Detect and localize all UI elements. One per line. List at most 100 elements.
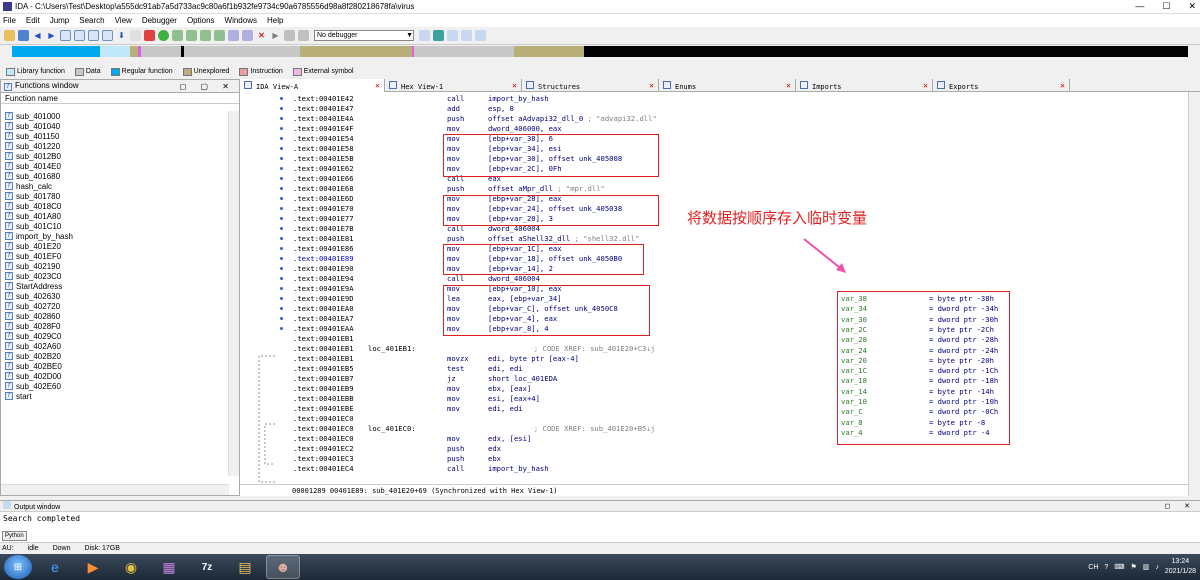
function-list-item[interactable]: f sub_401780 — [1, 191, 229, 201]
undefine-icon[interactable]: ✕ — [256, 30, 267, 41]
breakpoint-icon[interactable] — [144, 30, 155, 41]
play-icon[interactable]: ▶ — [270, 30, 281, 41]
menu-item-search[interactable]: Search — [79, 16, 104, 25]
navigation-band[interactable] — [12, 46, 1188, 57]
close-tab-icon[interactable]: ✕ — [375, 81, 380, 90]
disasm-line[interactable]: .text:00401EA0 mov [ebp+var_C], offset unk… — [240, 304, 1188, 314]
run-circle-icon[interactable] — [158, 30, 169, 41]
network-icon[interactable]: ▥ — [1143, 563, 1150, 571]
function-list-item[interactable]: f sub_4023C0 — [1, 271, 229, 281]
disasm-line[interactable]: .text:00401E54 mov [ebp+var_38], 6 — [240, 134, 1188, 144]
graph-icon[interactable] — [130, 30, 141, 41]
function-list-item[interactable]: f hash_calc — [1, 181, 229, 191]
disasm-line[interactable]: .text:00401EB1 loc_401EB1: ; CODE XREF: s… — [240, 344, 1188, 354]
tab-exports[interactable]: Exports ✕ — [933, 79, 1070, 92]
ida-view-a[interactable]: .text:00401EC4 call import_by_hash .text:00… — [240, 92, 1188, 484]
function-list-item[interactable]: f sub_401150 — [1, 131, 229, 141]
disasm-line[interactable]: .text:00401E5B mov [ebp+var_30], offset un… — [240, 154, 1188, 164]
function-list-item[interactable]: f import_by_hash — [1, 231, 229, 241]
function-list-item[interactable]: f sub_401E20 — [1, 241, 229, 251]
tab-ida-view-a[interactable]: IDA View-A ✕ — [240, 79, 385, 92]
function-list-item[interactable]: f sub_402630 — [1, 291, 229, 301]
breakpoints-list-icon[interactable] — [447, 30, 458, 41]
disasm-line[interactable]: .text:00401EB7 jz short loc_401EDA — [240, 374, 1188, 384]
help-icon[interactable]: ? — [1104, 564, 1108, 571]
array-icon[interactable] — [214, 30, 225, 41]
disasm-line[interactable]: .text:00401E4A push offset aAdvapi32_dll_0… — [240, 114, 1188, 124]
open-icon[interactable] — [4, 30, 15, 41]
input-language[interactable]: CH — [1088, 564, 1098, 571]
disasm-line[interactable]: .text:00401E94 call dword_406004 — [240, 274, 1188, 284]
menu-item-edit[interactable]: Edit — [26, 16, 40, 25]
save-icon[interactable] — [18, 30, 29, 41]
function-list-item[interactable]: f sub_401220 — [1, 141, 229, 151]
function-list-item[interactable]: f sub_401680 — [1, 171, 229, 181]
function-name-column[interactable]: Function name — [1, 93, 239, 104]
step-over-icon[interactable] — [433, 30, 444, 41]
python-button[interactable]: Python — [2, 531, 27, 541]
data-icon[interactable] — [186, 30, 197, 41]
function-list-item[interactable]: f sub_4028F0 — [1, 321, 229, 331]
disasm-line[interactable]: .text:00401EC4 call import_by_hash — [240, 464, 1188, 474]
disasm-line[interactable]: .text:00401E42 call import_by_hash — [240, 94, 1188, 104]
disasm-line[interactable]: .text:00401EC0 mov edx, [esi] — [240, 434, 1188, 444]
keyboard-icon[interactable]: ⌨ — [1114, 563, 1124, 571]
menu-item-options[interactable]: Options — [187, 16, 215, 25]
search-binary-icon[interactable] — [88, 30, 99, 41]
function-list-item[interactable]: f sub_401C10 — [1, 221, 229, 231]
maximize-button[interactable]: ☐ — [1162, 1, 1170, 12]
tools-icon[interactable] — [475, 30, 486, 41]
disasm-line[interactable]: .text:00401EB9 mov ebx, [eax] — [240, 384, 1188, 394]
close-tab-icon[interactable]: ✕ — [1060, 81, 1065, 90]
search-immediate-icon[interactable] — [102, 30, 113, 41]
code-scrollbar[interactable] — [1188, 92, 1200, 496]
forward-arrow-icon[interactable]: ▶ — [46, 30, 57, 41]
back-arrow-icon[interactable]: ◀ — [32, 30, 43, 41]
download-arrow-icon[interactable]: ⬇ — [116, 30, 127, 41]
close-button[interactable]: ✕ — [1188, 1, 1196, 12]
output-window-controls[interactable]: ◻ ✕ — [1164, 502, 1200, 510]
disasm-line[interactable]: .text:00401EB1 — [240, 334, 1188, 344]
winrar-icon[interactable]: ▦ — [152, 555, 186, 579]
ie-icon[interactable]: e — [38, 555, 72, 579]
stop-icon[interactable] — [298, 30, 309, 41]
functions-hscrollbar[interactable] — [1, 484, 229, 495]
disasm-line[interactable]: .text:00401EC2 push edx — [240, 444, 1188, 454]
debugger-select[interactable]: No debugger ▼ — [314, 30, 414, 41]
pause-icon[interactable] — [284, 30, 295, 41]
clock[interactable]: 13:24 2021/1/28 — [1165, 557, 1196, 577]
disasm-line[interactable]: .text:00401E9D lea eax, [ebp+var_34] — [240, 294, 1188, 304]
7zip-icon[interactable]: 7z — [190, 555, 224, 579]
disasm-line[interactable]: .text:00401E6D mov [ebp+var_28], eax — [240, 194, 1188, 204]
function-list-item[interactable]: f sub_402B20 — [1, 351, 229, 361]
disasm-line[interactable]: .text:00401E58 mov [ebp+var_34], esi — [240, 144, 1188, 154]
media-player-icon[interactable]: ▶ — [76, 555, 110, 579]
watch-icon[interactable] — [461, 30, 472, 41]
disasm-line[interactable]: .text:00401E62 mov [ebp+var_2C], 0Fh — [240, 164, 1188, 174]
functions-scrollbar[interactable] — [228, 111, 239, 476]
function-list-item[interactable]: f sub_4029C0 — [1, 331, 229, 341]
function-list-item[interactable]: f sub_402190 — [1, 261, 229, 271]
disasm-line[interactable]: .text:00401EC0 — [240, 414, 1188, 424]
function-list-item[interactable]: f sub_402860 — [1, 311, 229, 321]
tab-structures[interactable]: Structures ✕ — [522, 79, 659, 92]
disasm-line[interactable]: .text:00401E90 mov [ebp+var_14], 2 — [240, 264, 1188, 274]
tab-hex-view-1[interactable]: Hex View-1 ✕ — [385, 79, 522, 92]
function-list-item[interactable]: f sub_4012B0 — [1, 151, 229, 161]
function-list-item[interactable]: f StartAddress — [1, 281, 229, 291]
close-tab-icon[interactable]: ✕ — [786, 81, 791, 90]
function-list-item[interactable]: f sub_402A60 — [1, 341, 229, 351]
jump-icon[interactable] — [60, 30, 71, 41]
menu-item-view[interactable]: View — [115, 16, 132, 25]
disasm-line[interactable]: .text:00401EB5 test edi, edi — [240, 364, 1188, 374]
explorer-icon[interactable]: ▤ — [228, 555, 262, 579]
disasm-line[interactable]: .text:00401E89 mov [ebp+var_18], offset un… — [240, 254, 1188, 264]
close-tab-icon[interactable]: ✕ — [512, 81, 517, 90]
struct-icon[interactable] — [228, 30, 239, 41]
disasm-line[interactable]: .text:00401EB1 movzx edi, byte ptr [eax-4] — [240, 354, 1188, 364]
chrome-icon[interactable]: ◉ — [114, 555, 148, 579]
disasm-line[interactable]: .text:00401EAA mov [ebp+var_8], 4 — [240, 324, 1188, 334]
menu-item-debugger[interactable]: Debugger — [142, 16, 177, 25]
disasm-line[interactable]: .text:00401E4F mov dword_406000, eax — [240, 124, 1188, 134]
function-list-item[interactable]: f sub_402D00 — [1, 371, 229, 381]
